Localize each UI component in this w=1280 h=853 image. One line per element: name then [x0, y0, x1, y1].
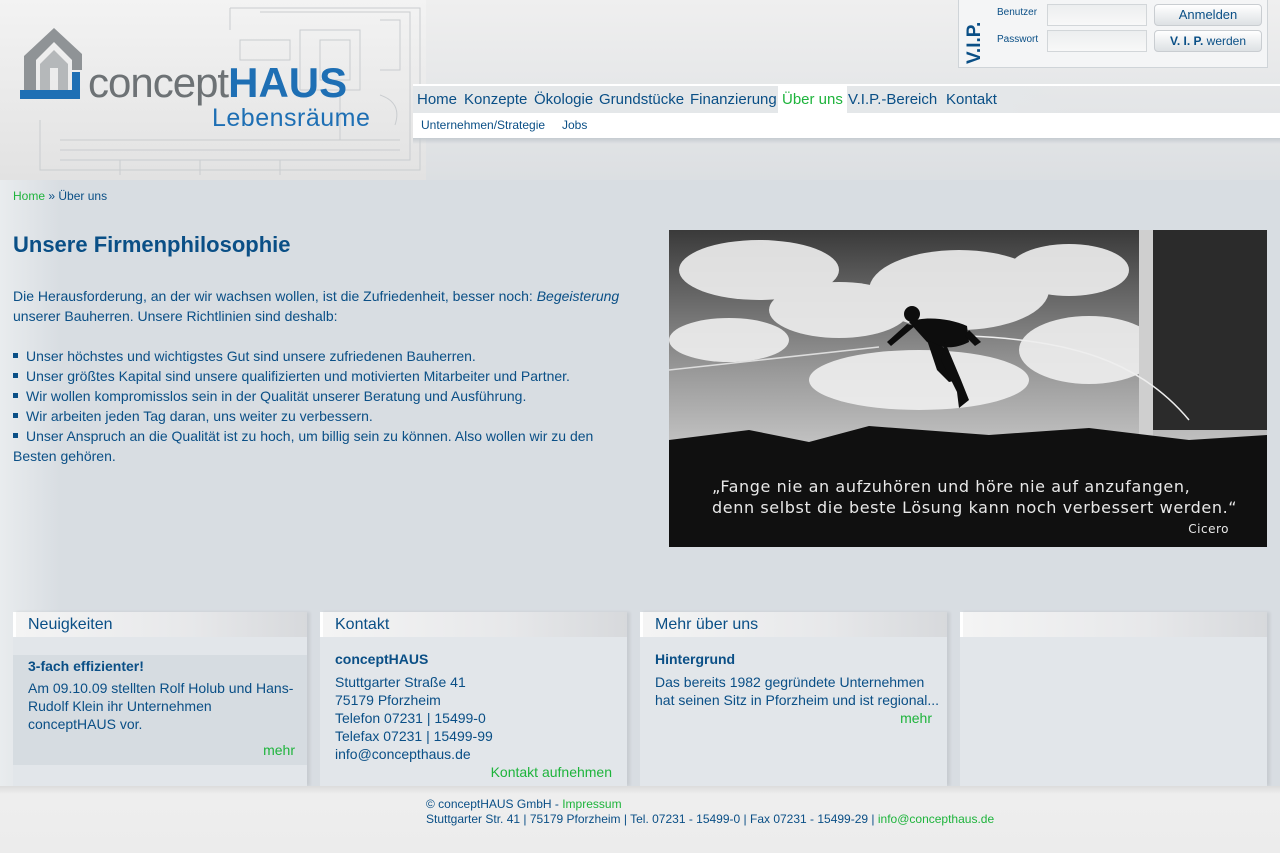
- contact-city: 75179 Pforzheim: [335, 692, 441, 708]
- intro-emphasis: Begeisterung: [536, 288, 620, 304]
- news-headline: 3-fach effizienter!: [28, 658, 144, 674]
- footer: © conceptHAUS GmbH - Impressum Stuttgart…: [0, 786, 1280, 853]
- nav-item-ueber-uns[interactable]: Über uns: [778, 86, 847, 113]
- contact-email[interactable]: info@concepthaus.de: [335, 745, 612, 763]
- list-item: Unser größtes Kapital sind unsere qualif…: [13, 366, 623, 386]
- nav-item-grundstuecke[interactable]: Grundstücke: [595, 86, 688, 113]
- list-item: Wir arbeiten jeden Tag daran, uns weiter…: [13, 406, 623, 426]
- about-more-link[interactable]: mehr: [900, 710, 932, 726]
- intro-text: Die Herausforderung, an der wir wachsen …: [13, 288, 620, 324]
- about-text: Das bereits 1982 gegründete Unternehmen …: [655, 674, 940, 708]
- list-item: Unser höchstes und wichtigstes Gut sind …: [13, 346, 623, 366]
- contact-fax: Telefax 07231 | 15499-99: [335, 728, 493, 744]
- logo-house-icon: [20, 28, 82, 99]
- nav-item-kontakt[interactable]: Kontakt: [942, 86, 1001, 113]
- breadcrumb: Home » Über uns: [13, 189, 107, 203]
- subnav-shadow: [413, 138, 1280, 144]
- nav-item-vip-bereich[interactable]: V.I.P.-Bereich: [844, 86, 941, 113]
- empty-box: [960, 612, 1267, 786]
- list-item: Wir wollen kompromisslos sein in der Qua…: [13, 386, 623, 406]
- breadcrumb-current: Über uns: [58, 189, 108, 203]
- quote-text: „Fange nie an aufzuhören und höre nie au…: [712, 477, 1238, 517]
- subnav-item-jobs[interactable]: Jobs: [562, 113, 587, 138]
- news-text: Am 09.10.09 stellten Rolf Holub und Hans…: [28, 680, 294, 732]
- impressum-link[interactable]: Impressum: [562, 797, 621, 811]
- vip-register-button[interactable]: V. I. P. werden: [1154, 30, 1262, 52]
- nav-item-konzepte[interactable]: Konzepte: [460, 86, 531, 113]
- logo-wordmark: conceptHAUS: [88, 59, 348, 106]
- quote-author: Cicero: [1188, 522, 1229, 536]
- principles-list: Unser höchstes und wichtigstes Gut sind …: [13, 346, 623, 466]
- nav-item-home[interactable]: Home: [413, 86, 461, 113]
- nav-item-oekologie[interactable]: Ökologie: [530, 86, 597, 113]
- breadcrumb-separator: »: [48, 189, 56, 203]
- contact-cta-link[interactable]: Kontakt aufnehmen: [491, 764, 612, 780]
- about-headline: Hintergrund: [655, 651, 736, 667]
- password-input[interactable]: [1047, 30, 1147, 52]
- username-input[interactable]: [1047, 4, 1147, 26]
- about-box: Mehr über uns Hintergrund Das bereits 19…: [640, 612, 947, 786]
- vip-label: V.I.P.: [964, 22, 985, 64]
- empty-box-title: [960, 612, 1267, 637]
- username-label: Benutzer: [997, 7, 1038, 18]
- about-box-title: Mehr über uns: [640, 612, 947, 637]
- password-label: Passwort: [997, 34, 1039, 45]
- news-box-title: Neuigkeiten: [13, 612, 307, 637]
- news-item: 3-fach effizienter! Am 09.10.09 stellten…: [13, 655, 307, 765]
- contact-box-title: Kontakt: [320, 612, 627, 637]
- logo-tagline: Lebensräume: [212, 104, 371, 132]
- news-more-link[interactable]: mehr: [263, 742, 295, 758]
- subnav-item-unternehmen[interactable]: Unternehmen/Strategie: [421, 113, 545, 138]
- list-item: Unser Anspruch an die Qualität ist zu ho…: [13, 426, 623, 466]
- page-title: Unsere Firmenphilosophie: [13, 232, 291, 257]
- login-button[interactable]: Anmelden: [1154, 4, 1262, 26]
- svg-text:V.I.P.: V.I.P.: [964, 22, 985, 64]
- company-logo[interactable]: conceptHAUS Lebensräume: [20, 26, 400, 136]
- footer-copyright: © conceptHAUS GmbH - Impressum: [426, 797, 622, 811]
- footer-address: Stuttgarter Str. 41 | 75179 Pforzheim | …: [426, 812, 995, 826]
- climber-quote-image: „Fange nie an aufzuhören und höre nie au…: [669, 230, 1267, 547]
- main-navigation: Home Konzepte Ökologie Grundstücke Finan…: [413, 86, 1280, 113]
- footer-email-link[interactable]: info@concepthaus.de: [878, 812, 994, 826]
- contact-street: Stuttgarter Straße 41: [335, 674, 466, 690]
- breadcrumb-home-link[interactable]: Home: [13, 189, 45, 203]
- contact-phone: Telefon 07231 | 15499-0: [335, 710, 486, 726]
- contact-box: Kontakt conceptHAUS Stuttgarter Straße 4…: [320, 612, 627, 786]
- nav-item-finanzierung[interactable]: Finanzierung: [686, 86, 781, 113]
- contact-company: conceptHAUS: [335, 651, 429, 667]
- vip-login-panel: V.I.P. Benutzer Passwort Anmelden V. I. …: [958, 0, 1268, 68]
- news-box: Neuigkeiten 3-fach effizienter! Am 09.10…: [13, 612, 307, 786]
